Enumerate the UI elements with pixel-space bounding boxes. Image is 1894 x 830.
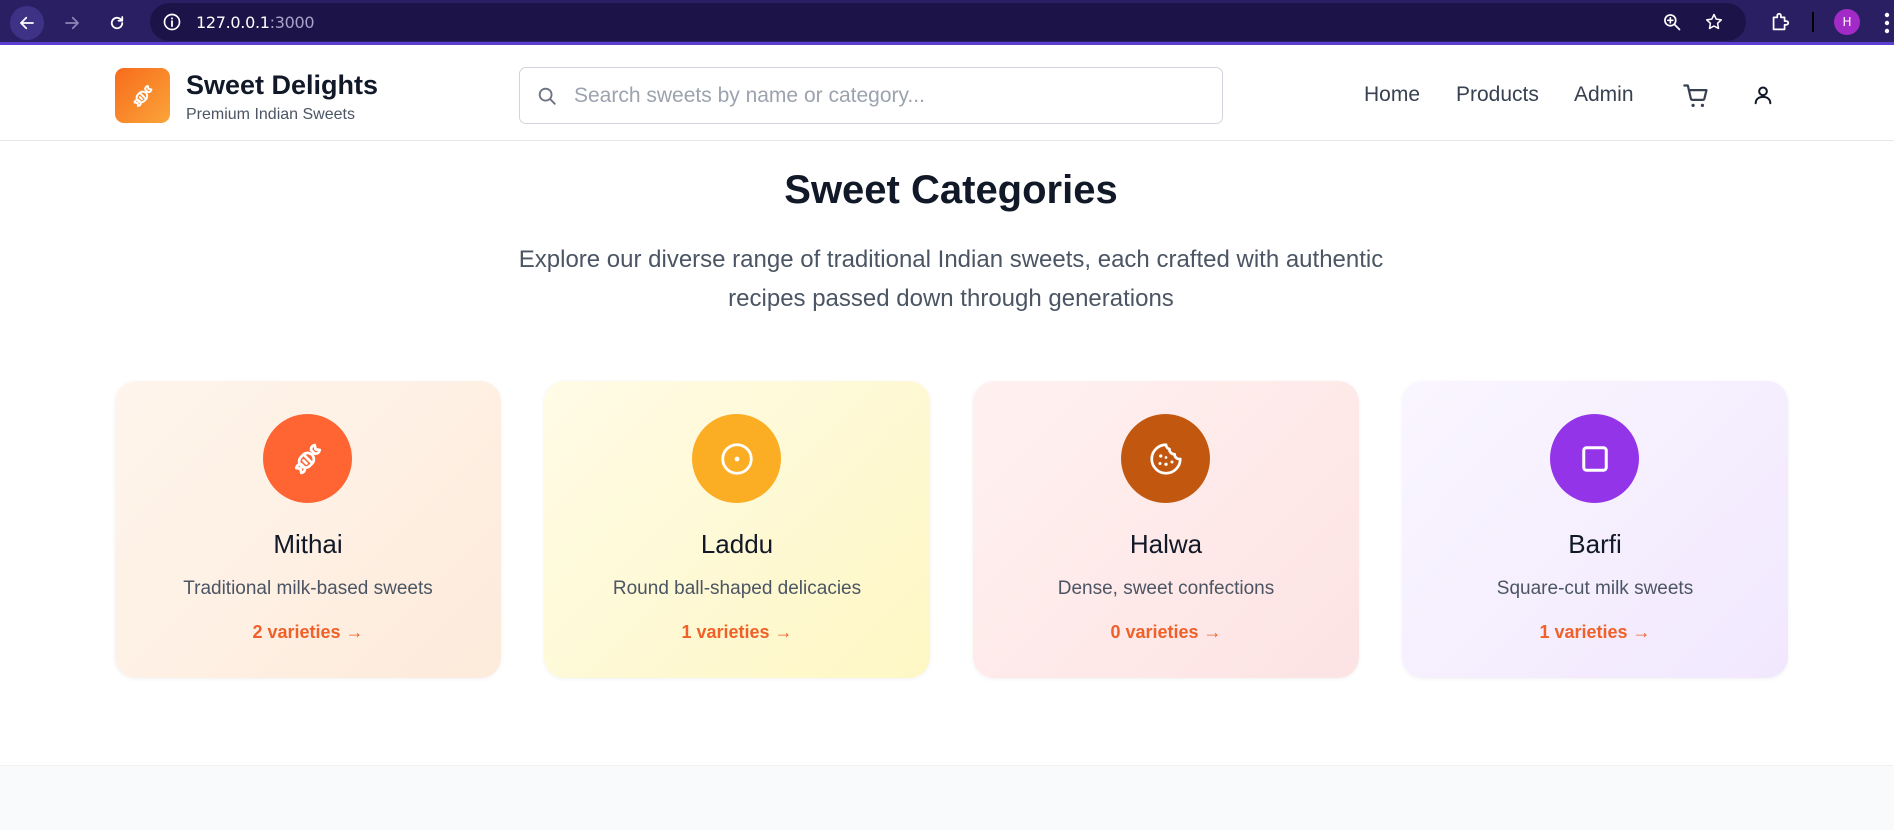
category-name: Halwa <box>1129 529 1203 559</box>
section-title: Sweet Categories <box>784 168 1118 212</box>
reload-button[interactable] <box>100 6 134 40</box>
url-host: 127.0.0.1 <box>196 13 270 32</box>
address-bar[interactable]: 127.0.0.1:3000 <box>150 3 1746 41</box>
user-icon[interactable] <box>1752 84 1774 106</box>
toolbar-separator <box>1812 12 1814 32</box>
category-varieties-link[interactable]: 1 varieties → <box>1402 622 1788 643</box>
brand-tagline: Premium Indian Sweets <box>186 106 355 123</box>
category-icon-badge <box>1550 414 1639 503</box>
browser-toolbar: 127.0.0.1:3000 H <box>0 0 1894 45</box>
site-header: Sweet Delights Premium Indian Sweets Hom… <box>0 48 1894 141</box>
category-varieties-link[interactable]: 0 varieties → <box>973 622 1359 643</box>
forward-button[interactable] <box>55 6 89 40</box>
category-name: Laddu <box>700 529 774 559</box>
back-button[interactable] <box>10 6 44 40</box>
profile-avatar[interactable]: H <box>1834 9 1860 35</box>
category-description: Square-cut milk sweets <box>1496 578 1694 599</box>
category-varieties-link[interactable]: 2 varieties → <box>115 622 501 643</box>
brand-logo[interactable] <box>115 68 170 123</box>
star-icon[interactable] <box>1704 12 1724 32</box>
reload-icon <box>110 16 124 30</box>
category-varieties-link[interactable]: 1 varieties → <box>544 622 930 643</box>
candy-icon <box>294 443 321 474</box>
search-input[interactable] <box>574 80 1204 112</box>
category-icon-badge <box>1121 414 1210 503</box>
category-card-mithai[interactable]: Mithai Traditional milk-based sweets 2 v… <box>115 381 501 678</box>
category-icon-badge <box>692 414 781 503</box>
square-icon <box>1581 445 1608 472</box>
category-name: Barfi <box>1568 529 1622 559</box>
search-icon <box>538 87 556 105</box>
category-name: Mithai <box>273 529 343 559</box>
section-description: Explore our diverse range of traditional… <box>518 246 1384 312</box>
category-icon-badge <box>263 414 352 503</box>
cookie-icon <box>1149 442 1182 475</box>
nav-admin[interactable]: Admin <box>1574 83 1634 107</box>
nav-home[interactable]: Home <box>1364 83 1420 107</box>
url-text[interactable]: 127.0.0.1:3000 <box>196 13 315 32</box>
site-info-icon[interactable] <box>162 12 182 32</box>
category-description: Dense, sweet confections <box>1057 578 1275 599</box>
menu-icon[interactable] <box>1884 12 1890 34</box>
url-port: :3000 <box>269 13 315 32</box>
category-description: Round ball-shaped delicacies <box>612 578 862 599</box>
category-card-halwa[interactable]: Halwa Dense, sweet confections 0 varieti… <box>973 381 1359 678</box>
zoom-icon[interactable] <box>1662 12 1682 32</box>
category-card-barfi[interactable]: Barfi Square-cut milk sweets 1 varieties… <box>1402 381 1788 678</box>
next-section-background <box>0 765 1894 830</box>
forward-arrow-icon <box>65 16 79 30</box>
circle-dot-icon <box>720 442 753 475</box>
brand-name[interactable]: Sweet Delights <box>186 70 378 101</box>
category-description: Traditional milk-based sweets <box>183 578 433 599</box>
candy-icon <box>133 84 152 107</box>
category-card-laddu[interactable]: Laddu Round ball-shaped delicacies 1 var… <box>544 381 930 678</box>
cart-icon[interactable] <box>1682 82 1710 110</box>
nav-products[interactable]: Products <box>1456 83 1539 107</box>
extensions-icon[interactable] <box>1769 11 1791 33</box>
search-box[interactable] <box>519 67 1223 124</box>
back-arrow-icon <box>20 16 34 30</box>
